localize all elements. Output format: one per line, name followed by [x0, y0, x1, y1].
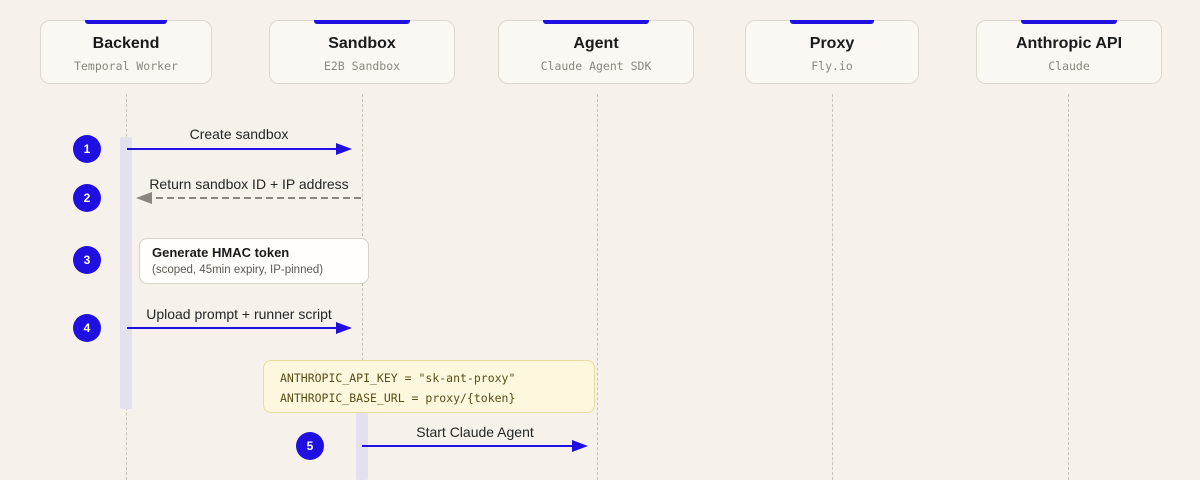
step-badge-2: 2	[73, 184, 101, 212]
sequence-diagram: Backend Temporal Worker Sandbox E2B Sand…	[0, 0, 1200, 480]
arrowhead-return-sandbox-id	[136, 192, 152, 204]
step-badge-5: 5	[296, 432, 324, 460]
note-detail: (scoped, 45min expiry, IP-pinned)	[152, 264, 324, 276]
arrowhead-create-sandbox	[336, 143, 352, 155]
env-var-base-url: ANTHROPIC_BASE_URL = proxy/{token}	[280, 391, 516, 405]
message-label-start-agent: Start Claude Agent	[416, 424, 534, 440]
hmac-token-note: Generate HMAC token (scoped, 45min expir…	[139, 238, 369, 284]
env-var-api-key: ANTHROPIC_API_KEY = "sk-ant-proxy"	[280, 371, 516, 385]
arrowhead-upload-prompt	[336, 322, 352, 334]
step-badge-4: 4	[73, 314, 101, 342]
step-badge-3: 3	[73, 246, 101, 274]
env-vars-note: ANTHROPIC_API_KEY = "sk-ant-proxy" ANTHR…	[263, 360, 595, 413]
message-label-return-sandbox-id: Return sandbox ID + IP address	[149, 176, 349, 192]
message-label-upload-prompt: Upload prompt + runner script	[146, 306, 332, 322]
note-title: Generate HMAC token	[152, 245, 290, 260]
arrowhead-start-agent	[572, 440, 588, 452]
step-badge-1: 1	[73, 135, 101, 163]
message-label-create-sandbox: Create sandbox	[189, 126, 289, 142]
